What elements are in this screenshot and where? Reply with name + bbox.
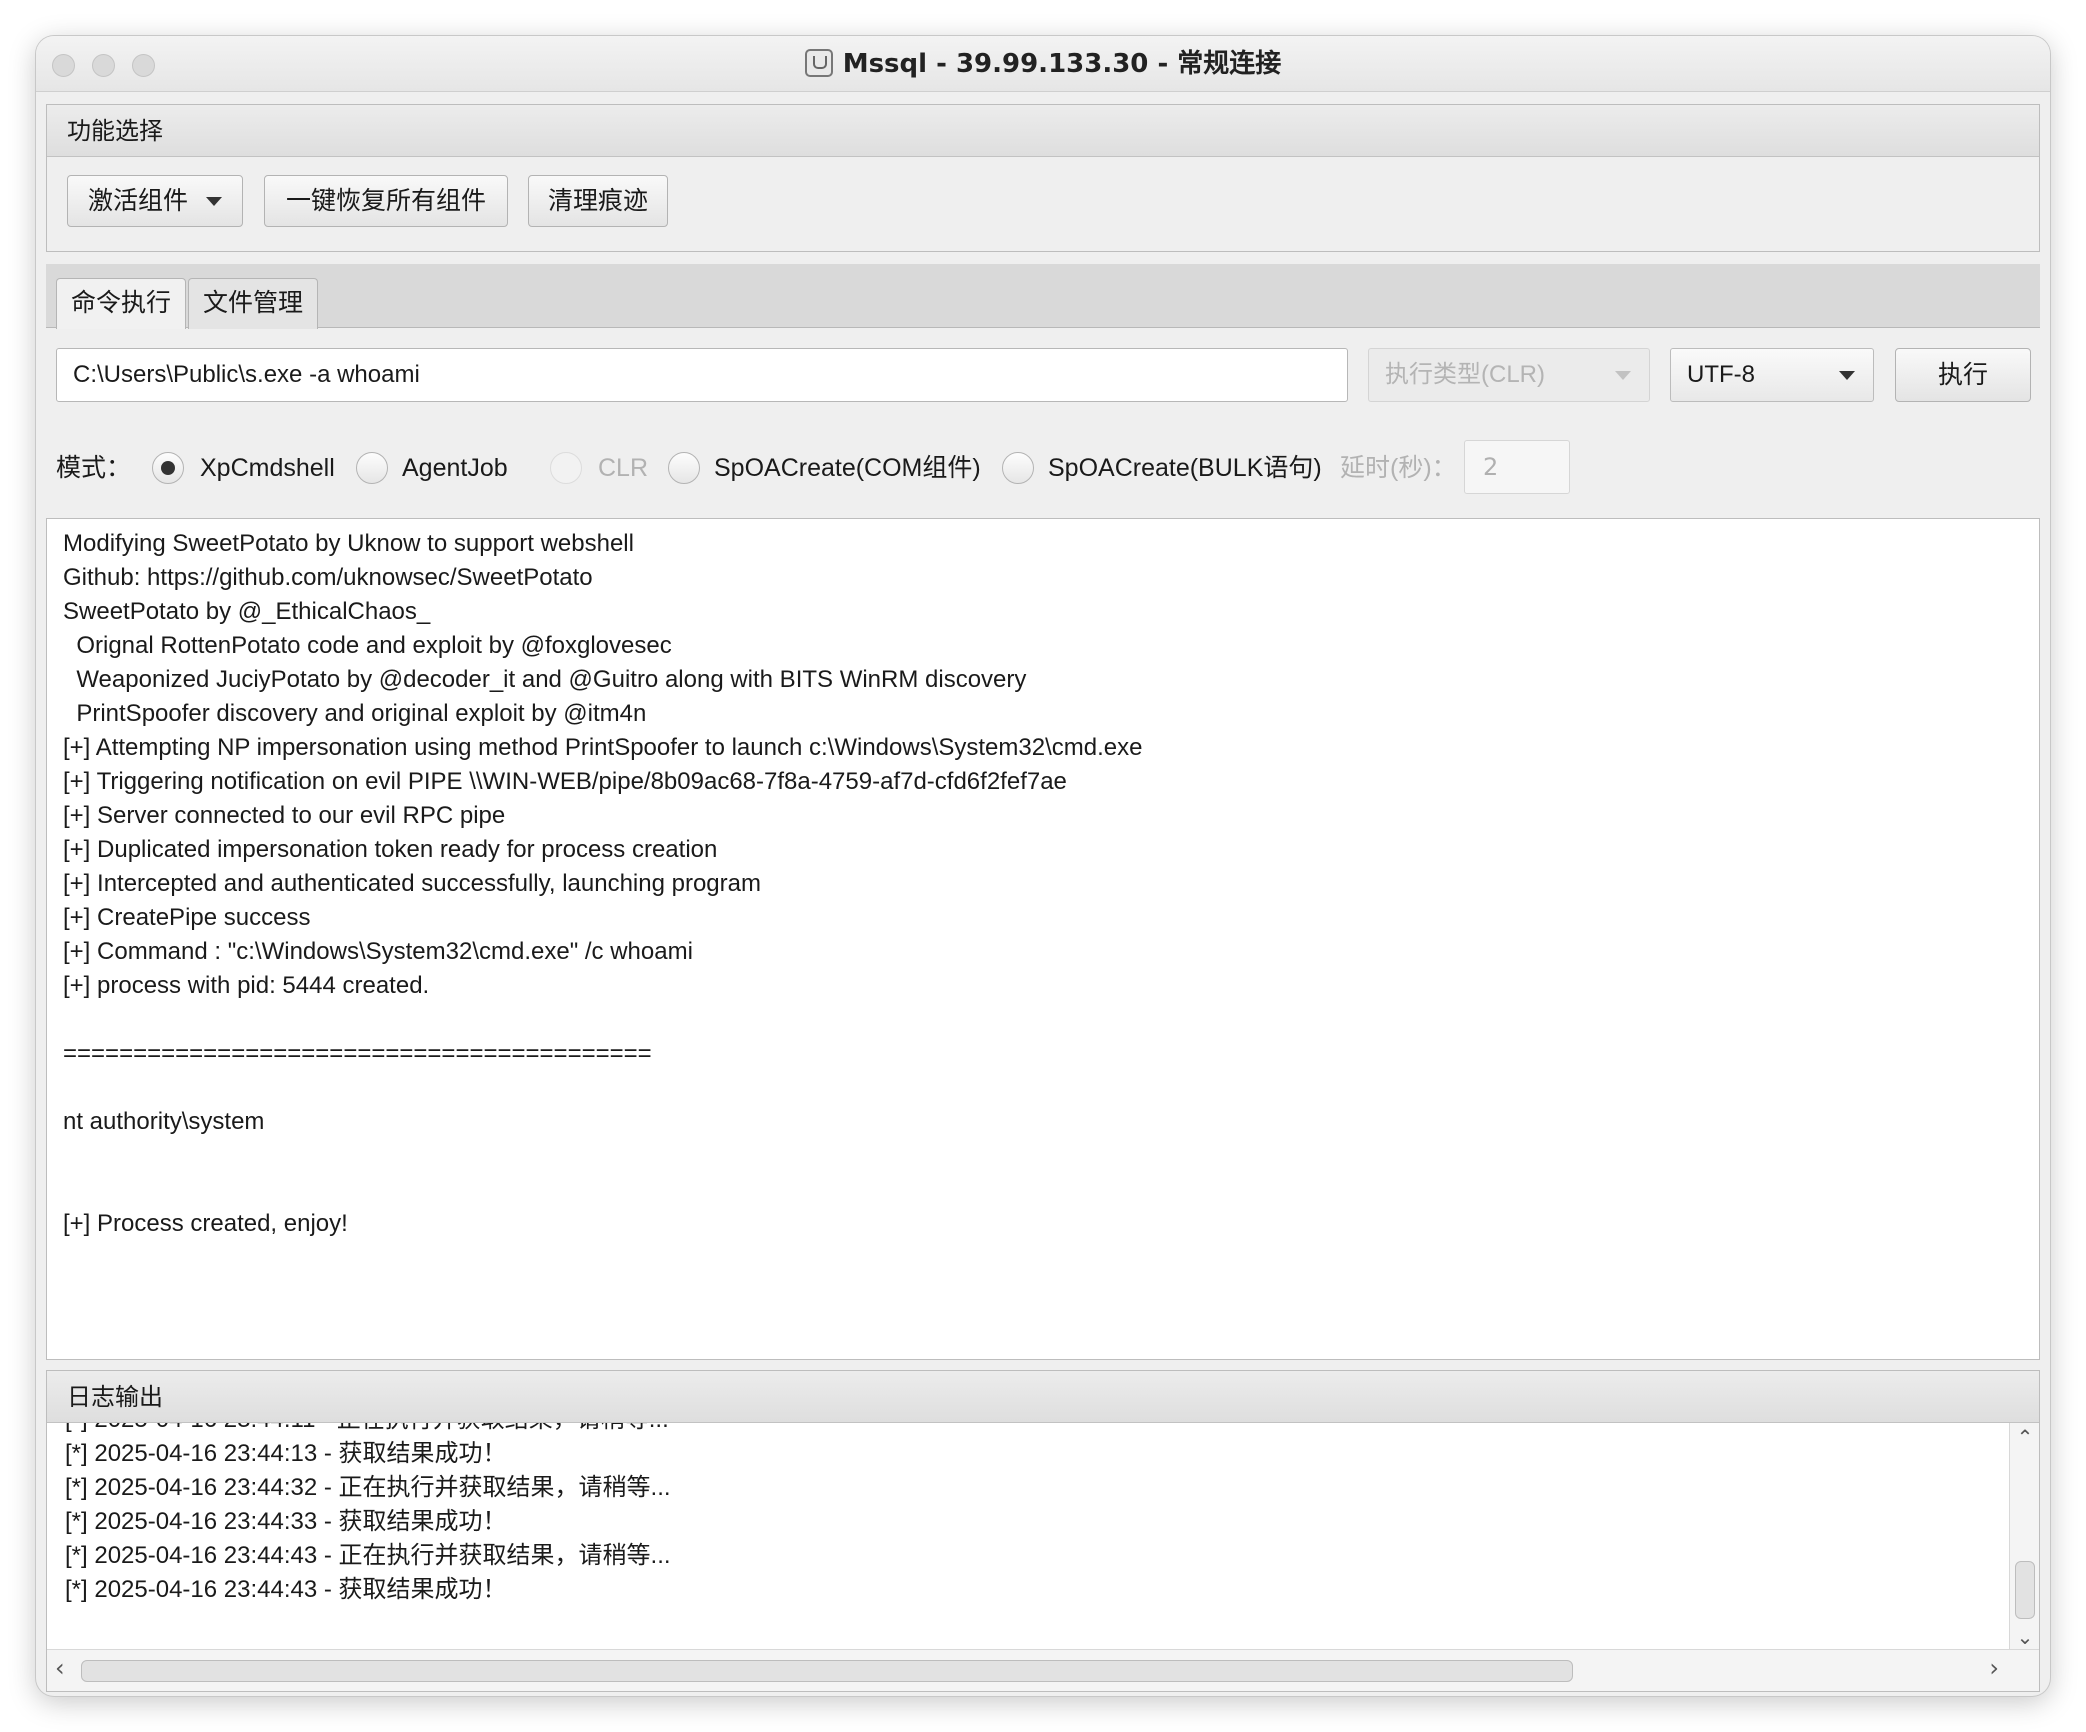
delay-label: 延时(秒)： bbox=[1340, 454, 1457, 482]
radio-agentjob-label[interactable]: AgentJob bbox=[402, 440, 508, 496]
encoding-value: UTF-8 bbox=[1687, 361, 1755, 388]
radio-selected-dot bbox=[161, 461, 175, 475]
scroll-left-icon[interactable]: ‹ bbox=[55, 1654, 65, 1682]
mode-label: 模式： bbox=[56, 454, 132, 482]
exec-type-value: 执行类型(CLR) bbox=[1385, 361, 1545, 388]
encoding-select[interactable]: UTF-8 bbox=[1670, 348, 1874, 402]
log-textarea[interactable]: [*] 2025-04-16 23:44:11 - 正在执行并获取结果，请稍等.… bbox=[47, 1423, 2009, 1649]
radio-xpcmdshell[interactable] bbox=[152, 452, 184, 484]
radio-spoacreate-bulk-label[interactable]: SpOACreate(BULK语句) bbox=[1048, 440, 1322, 496]
radio-clr-label: CLR bbox=[598, 454, 649, 482]
tab-command-exec[interactable]: 命令执行 bbox=[56, 278, 187, 329]
window-title: Mssql - 39.99.133.30 - 常规连接 bbox=[842, 49, 1282, 79]
exec-type-select[interactable]: 执行类型(CLR) bbox=[1368, 348, 1650, 402]
output-line: ========================================… bbox=[63, 1040, 652, 1067]
chevron-down-icon bbox=[206, 197, 222, 206]
radio-agentjob[interactable] bbox=[356, 452, 388, 484]
delay-input[interactable]: 2 bbox=[1464, 440, 1570, 494]
output-line: [+] process with pid: 5444 created. bbox=[63, 972, 430, 999]
output-line: Github: https://github.com/uknowsec/Swee… bbox=[63, 564, 593, 591]
window-title-area: Mssql - 39.99.133.30 - 常规连接 bbox=[36, 36, 2050, 92]
log-line: [*] 2025-04-16 23:44:32 - 正在执行并获取结果，请稍等.… bbox=[65, 1474, 671, 1501]
output-line: Orignal RottenPotato code and exploit by… bbox=[63, 632, 672, 659]
log-line: [*] 2025-04-16 23:44:43 - 获取结果成功！ bbox=[65, 1576, 507, 1603]
output-line: [+] Server connected to our evil RPC pip… bbox=[63, 802, 506, 829]
activate-component-label: 激活组件 bbox=[87, 186, 188, 215]
radio-spoacreate-com[interactable] bbox=[668, 452, 700, 484]
clean-traces-button[interactable]: 清理痕迹 bbox=[528, 175, 668, 227]
log-header: 日志输出 bbox=[47, 1371, 2039, 1423]
output-line: Modifying SweetPotato by Uknow to suppor… bbox=[63, 530, 634, 557]
output-line: [+] Triggering notification on evil PIPE… bbox=[63, 768, 1067, 795]
radio-clr bbox=[550, 452, 582, 484]
output-line: [+] CreatePipe success bbox=[63, 904, 311, 931]
function-select-header: 功能选择 bbox=[47, 105, 2039, 157]
output-line: [+] Command : "c:\Windows\System32\cmd.e… bbox=[63, 938, 693, 965]
function-select-panel: 功能选择 激活组件 一键恢复所有组件 清理痕迹 bbox=[46, 104, 2040, 252]
scroll-down-icon[interactable]: ⌄ bbox=[2010, 1625, 2040, 1649]
activate-component-dropdown[interactable]: 激活组件 bbox=[67, 175, 243, 227]
radio-spoacreate-bulk[interactable] bbox=[1002, 452, 1034, 484]
command-input[interactable]: C:\Users\Public\s.exe -a whoami bbox=[56, 348, 1348, 402]
output-line: [+] Process created, enjoy! bbox=[63, 1210, 348, 1237]
log-panel: 日志输出 [*] 2025-04-16 23:44:11 - 正在执行并获取结果… bbox=[46, 1370, 2040, 1692]
log-line: [*] 2025-04-16 23:44:11 - 正在执行并获取结果，请稍等.… bbox=[47, 1423, 2009, 1437]
log-line: [*] 2025-04-16 23:44:13 - 获取结果成功！ bbox=[65, 1440, 507, 1467]
log-vertical-scrollbar[interactable]: ⌃ ⌄ bbox=[2009, 1423, 2039, 1649]
output-line: SweetPotato by @_EthicalChaos_ bbox=[63, 598, 431, 625]
radio-spoacreate-com-label[interactable]: SpOACreate(COM组件) bbox=[714, 440, 981, 496]
tab-file-manager[interactable]: 文件管理 bbox=[188, 278, 319, 329]
mode-row: 模式： XpCmdshell AgentJob CLR SpOACreate(C… bbox=[56, 440, 1457, 496]
log-lines: [*] 2025-04-16 23:44:11 - 正在执行并获取结果，请稍等.… bbox=[47, 1423, 2009, 1607]
scroll-right-icon[interactable]: › bbox=[1989, 1654, 1999, 1682]
output-line: [+] Attempting NP impersonation using me… bbox=[63, 734, 1143, 761]
output-line: Weaponized JuciyPotato by @decoder_it an… bbox=[63, 666, 1027, 693]
command-output-textarea[interactable]: Modifying SweetPotato by Uknow to suppor… bbox=[46, 518, 2040, 1360]
log-horizontal-scrollbar[interactable]: ‹ › bbox=[47, 1649, 2039, 1691]
log-line: [*] 2025-04-16 23:44:33 - 获取结果成功！ bbox=[65, 1508, 507, 1535]
chevron-down-icon bbox=[1615, 371, 1631, 380]
scroll-up-icon[interactable]: ⌃ bbox=[2010, 1425, 2040, 1449]
chevron-down-icon bbox=[1839, 371, 1855, 380]
output-line: PrintSpoofer discovery and original expl… bbox=[63, 700, 647, 727]
vertical-scroll-thumb[interactable] bbox=[2015, 1561, 2035, 1619]
output-line: [+] Duplicated impersonation token ready… bbox=[63, 836, 718, 863]
radio-xpcmdshell-label[interactable]: XpCmdshell bbox=[200, 440, 335, 496]
log-line: [*] 2025-04-16 23:44:43 - 正在执行并获取结果，请稍等.… bbox=[65, 1542, 671, 1569]
horizontal-scroll-thumb[interactable] bbox=[81, 1660, 1573, 1682]
execute-button[interactable]: 执行 bbox=[1895, 348, 2031, 402]
title-bar: Mssql - 39.99.133.30 - 常规连接 bbox=[36, 36, 2050, 92]
tab-bar: 命令执行 文件管理 bbox=[46, 264, 2040, 329]
output-line: [+] Intercepted and authenticated succes… bbox=[63, 870, 761, 897]
app-window: Mssql - 39.99.133.30 - 常规连接 功能选择 激活组件 一键… bbox=[36, 36, 2050, 1696]
app-icon bbox=[804, 49, 833, 77]
restore-all-components-button[interactable]: 一键恢复所有组件 bbox=[264, 175, 508, 227]
output-line: nt authority\system bbox=[63, 1108, 265, 1135]
